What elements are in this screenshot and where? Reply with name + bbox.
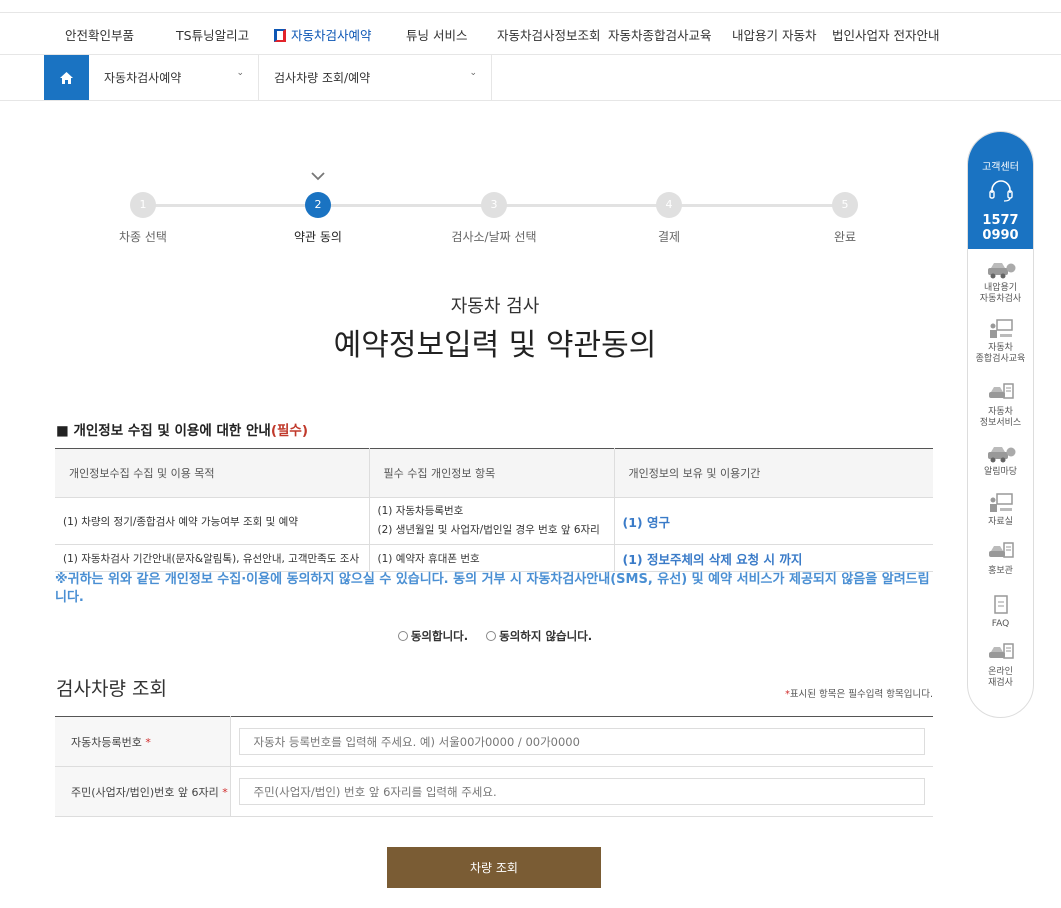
privacy-items-1: (1) 자동차등록번호 (2) 생년월일 및 사업자/법인일 경우 번호 앞 6…	[369, 497, 615, 545]
breadcrumb-menu1[interactable]: 자동차검사예약 ⌄	[89, 55, 259, 100]
step-2-dot: 2	[305, 192, 331, 218]
table-row: (1) 자동차검사 기간안내(문자&알림톡), 유선안내, 고객만족도 조사 (…	[55, 544, 933, 572]
privacy-header-period: 개인정보의 보유 및 이용기간	[614, 448, 933, 498]
quick-inspection-education[interactable]: 자동차 종합검사교육	[968, 318, 1033, 365]
privacy-consent: 동의합니다. 동의하지 않습니다.	[0, 628, 990, 644]
car-info-icon	[988, 643, 1014, 659]
agree-radio[interactable]: 동의합니다.	[397, 628, 468, 644]
vehicle-search-form: 자동차등록번호 * 주민(사업자/법인)번호 앞 6자리 *	[55, 716, 933, 817]
current-step-chevron-icon	[311, 172, 325, 181]
privacy-header-items: 필수 수집 개인정보 항목	[369, 448, 615, 498]
quick-promotion[interactable]: 홍보관	[968, 541, 1033, 577]
step-1-label: 차종 선택	[119, 230, 167, 244]
required-note: *표시된 항목은 필수입력 항목입니다.	[785, 689, 933, 700]
chevron-down-icon: ⌄	[236, 68, 244, 78]
step-5-label: 완료	[833, 230, 857, 244]
customer-center[interactable]: 고객센터 1577 0990	[968, 132, 1033, 249]
car-info-icon	[988, 383, 1014, 399]
privacy-header-purpose: 개인정보수집 수집 및 이용 목적	[55, 448, 370, 498]
vehicle-search-button[interactable]: 차량 조회	[387, 847, 601, 888]
car-icon	[987, 263, 1015, 279]
chevron-down-icon: ⌄	[469, 68, 477, 78]
radio-icon	[486, 631, 497, 641]
car-info-icon	[988, 542, 1014, 558]
step-1-dot: 1	[130, 192, 156, 218]
quick-vehicle-info[interactable]: 자동차 정보서비스	[968, 382, 1033, 429]
privacy-table: 개인정보수집 수집 및 이용 목적 필수 수집 개인정보 항목 개인정보의 보유…	[55, 448, 933, 572]
step-2-label: 약관 동의	[294, 230, 342, 244]
id-number-label: 주민(사업자/법인)번호 앞 6자리 *	[55, 766, 231, 817]
page-title: 예약정보입력 및 약관동의	[333, 328, 657, 363]
home-icon	[60, 71, 73, 84]
quick-online-reinspection[interactable]: 온라인 재검사	[968, 642, 1033, 689]
table-row: 자동차등록번호 *	[55, 716, 933, 767]
vehicle-search-title: 검사차량 조회	[56, 678, 167, 700]
home-button[interactable]	[44, 55, 89, 100]
document-icon	[993, 595, 1008, 614]
breadcrumb-menu2[interactable]: 검사차량 조회/예약 ⌄	[259, 55, 492, 100]
table-row: (1) 차량의 정기/종합검사 예약 가능여부 조회 및 예약 (1) 자동차등…	[55, 497, 933, 545]
nav-corporate-notice[interactable]: 법인사업자 전자안내	[832, 25, 939, 44]
nav-ts-tuning[interactable]: TS튜닝알리고	[176, 25, 249, 44]
nav-inspection-reservation[interactable]: 자동차검사예약	[274, 25, 372, 44]
quick-pressure-vessel[interactable]: 내압용기 자동차검사	[968, 260, 1033, 305]
quick-notices[interactable]: 알림마당	[968, 444, 1033, 478]
disagree-radio[interactable]: 동의하지 않습니다.	[486, 628, 592, 644]
privacy-notice: ※귀하는 위와 같은 개인정보 수집·이용에 동의하지 않으실 수 있습니다. …	[55, 572, 930, 605]
presentation-icon	[989, 319, 1013, 338]
reg-number-label: 자동차등록번호 *	[55, 716, 231, 767]
page-subtitle: 자동차 검사	[450, 296, 540, 317]
quick-faq[interactable]: FAQ	[968, 594, 1033, 630]
privacy-period-2: (1) 정보주체의 삭제 요청 시 까지	[614, 544, 933, 572]
nav-safety-parts[interactable]: 안전확인부품	[65, 25, 134, 44]
privacy-items-2: (1) 예약자 휴대폰 번호	[369, 544, 615, 572]
step-3-label: 검사소/날짜 선택	[451, 230, 537, 244]
nav-inspection-info[interactable]: 자동차검사정보조회	[497, 25, 601, 44]
privacy-period-1: (1) 영구	[614, 497, 933, 545]
radio-icon	[397, 631, 408, 641]
nav-tuning-service[interactable]: 튜닝 서비스	[406, 25, 467, 44]
nav-inspection-education[interactable]: 자동차종합검사교육	[608, 25, 712, 44]
presentation-icon	[989, 493, 1013, 512]
ts-logo-icon	[274, 29, 286, 42]
step-3-dot: 3	[481, 192, 507, 218]
top-nav: 안전확인부품 TS튜닝알리고 자동차검사예약 튜닝 서비스 자동차검사정보조회 …	[0, 12, 1061, 55]
breadcrumb: 자동차검사예약 ⌄ 검사차량 조회/예약 ⌄	[0, 55, 1061, 101]
quick-menu: 고객센터 1577 0990 내압용기 자동차검사 자동차 종합검사교육 자동차 정보…	[967, 131, 1034, 718]
reg-number-input[interactable]	[238, 728, 925, 755]
step-4-label: 결제	[657, 230, 681, 244]
privacy-purpose-2: (1) 자동차검사 기간안내(문자&알림톡), 유선안내, 고객만족도 조사	[55, 544, 370, 572]
step-4-dot: 4	[656, 192, 682, 218]
id-number-input[interactable]	[238, 778, 925, 805]
nav-pressure-vessel[interactable]: 내압용기 자동차	[732, 25, 816, 44]
quick-archive[interactable]: 자료실	[968, 492, 1033, 528]
car-alert-icon	[987, 447, 1015, 463]
privacy-heading: ■ 개인정보 수집 및 이용에 대한 안내(필수)	[56, 423, 309, 439]
step-5-dot: 5	[832, 192, 858, 218]
privacy-purpose-1: (1) 차량의 정기/종합검사 예약 가능여부 조회 및 예약	[55, 497, 370, 545]
table-row: 주민(사업자/법인)번호 앞 6자리 *	[55, 766, 933, 817]
headset-icon	[988, 180, 1013, 202]
